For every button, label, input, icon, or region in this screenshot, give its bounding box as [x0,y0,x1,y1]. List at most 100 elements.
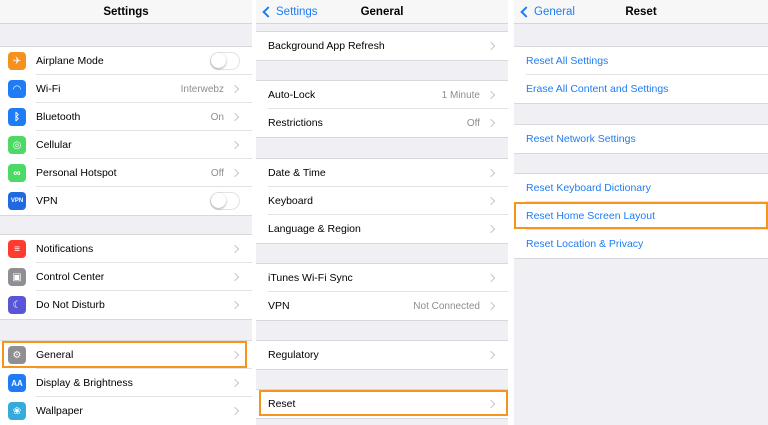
chevron-right-icon [230,300,240,310]
reset-navbar: General Reset [514,0,768,24]
row-general[interactable]: ⚙ General [0,341,252,369]
row-display-and-brightness[interactable]: AA Display & Brightness [0,369,252,397]
hotspot-icon: ∞ [8,164,26,182]
reset-group-network: Reset Network Settings [514,124,768,154]
row-regulatory[interactable]: Regulatory [256,341,508,369]
toggle-knob [211,193,226,208]
row-label: Language & Region [268,223,361,235]
row-vpn[interactable]: VPN Not Connected [256,292,508,320]
row-label: VPN [36,195,58,207]
wifi-icon: ◠ [8,80,26,98]
moon-icon: ☾ [8,296,26,314]
chevron-right-icon [486,399,496,409]
chevron-right-icon [486,301,496,311]
general-group-refresh: Background App Refresh [256,31,508,61]
row-label: Notifications [36,243,94,255]
row-label: Reset Keyboard Dictionary [526,182,651,194]
chevron-right-icon [230,84,240,94]
general-group-reset: Reset [256,389,508,419]
row-label: Reset [268,398,296,410]
toggle-switch[interactable] [210,192,240,210]
row-wallpaper[interactable]: ❀ Wallpaper [0,397,252,425]
chevron-right-icon [230,350,240,360]
row-label: Display & Brightness [36,377,133,389]
row-label: Erase All Content and Settings [526,83,669,95]
chevron-right-icon [486,118,496,128]
row-label: Control Center [36,271,105,283]
chevron-left-icon [520,6,532,18]
row-label: Airplane Mode [36,55,104,67]
chevron-right-icon [230,140,240,150]
chevron-left-icon [262,6,274,18]
row-reset-network-settings[interactable]: Reset Network Settings [514,125,768,153]
reset-panel: General Reset Reset All Settings Erase Al… [514,0,768,425]
row-label: Cellular [36,139,72,151]
row-reset-home-screen-layout[interactable]: Reset Home Screen Layout [514,202,768,230]
chevron-right-icon [230,272,240,282]
wallpaper-icon: ❀ [8,402,26,420]
chevron-right-icon [486,41,496,51]
notifications-icon: ≡ [8,240,26,258]
chevron-right-icon [230,244,240,254]
general-group-regulatory: Regulatory [256,340,508,370]
row-wi-fi[interactable]: ◠ Wi-Fi Interwebz [0,75,252,103]
row-do-not-disturb[interactable]: ☾ Do Not Disturb [0,291,252,319]
row-value: Interwebz [180,83,224,95]
row-control-center[interactable]: ▣ Control Center [0,263,252,291]
general-group-lock: Auto-Lock 1 Minute Restrictions Off [256,80,508,138]
row-label: Bluetooth [36,111,81,123]
row-label: Reset Network Settings [526,133,636,145]
chevron-right-icon [230,168,240,178]
back-button[interactable]: General [520,0,575,24]
row-auto-lock[interactable]: Auto-Lock 1 Minute [256,81,508,109]
display-icon: AA [8,374,26,392]
general-navbar: Settings General [256,0,508,24]
row-background-app-refresh[interactable]: Background App Refresh [256,32,508,60]
reset-group-layout: Reset Keyboard Dictionary Reset Home Scre… [514,173,768,259]
row-itunes-wi-fi-sync[interactable]: iTunes Wi-Fi Sync [256,264,508,292]
row-vpn[interactable]: VPN VPN [0,187,252,215]
chevron-right-icon [486,273,496,283]
settings-panel: Settings ✈ Airplane Mode ◠ Wi-Fi Interwebz ᛒ B… [0,0,252,425]
chevron-right-icon [486,350,496,360]
row-restrictions[interactable]: Restrictions Off [256,109,508,137]
row-value: Off [466,117,480,129]
row-bluetooth[interactable]: ᛒ Bluetooth On [0,103,252,131]
row-label: iTunes Wi-Fi Sync [268,272,353,284]
bluetooth-icon: ᛒ [8,108,26,126]
row-label: Date & Time [268,167,326,179]
row-reset-all-settings[interactable]: Reset All Settings [514,47,768,75]
row-reset-location-and-privacy[interactable]: Reset Location & Privacy [514,230,768,258]
gear-icon: ⚙ [8,346,26,364]
row-erase-all-content-and-settings[interactable]: Erase All Content and Settings [514,75,768,103]
page-title: Reset [625,5,657,18]
settings-group-notifications: ≡ Notifications ▣ Control Center ☾ Do Not Dis… [0,234,252,320]
general-panel: Settings General Background App Refresh … [256,0,508,425]
general-group-sync: iTunes Wi-Fi Sync VPN Not Connected [256,263,508,321]
chevron-right-icon [486,196,496,206]
row-value: Off [210,167,224,179]
row-label: Reset All Settings [526,55,609,67]
chevron-right-icon [486,224,496,234]
settings-group-connectivity: ✈ Airplane Mode ◠ Wi-Fi Interwebz ᛒ Bluetooth O… [0,46,252,216]
toggle-switch[interactable] [210,52,240,70]
row-date-and-time[interactable]: Date & Time [256,159,508,187]
row-reset[interactable]: Reset [256,390,508,418]
page-title: Settings [103,5,149,18]
row-cellular[interactable]: ◎ Cellular [0,131,252,159]
back-label: Settings [276,6,318,18]
row-airplane-mode[interactable]: ✈ Airplane Mode [0,47,252,75]
chevron-right-icon [230,112,240,122]
row-personal-hotspot[interactable]: ∞ Personal Hotspot Off [0,159,252,187]
row-keyboard[interactable]: Keyboard [256,187,508,215]
row-value: On [210,111,224,123]
row-reset-keyboard-dictionary[interactable]: Reset Keyboard Dictionary [514,174,768,202]
settings-navbar: Settings [0,0,252,24]
row-language-and-region[interactable]: Language & Region [256,215,508,243]
row-label: Reset Location & Privacy [526,238,644,250]
row-label: VPN [268,300,290,312]
settings-group-general: ⚙ General AA Display & Brightness ❀ Wallpaper [0,340,252,425]
row-notifications[interactable]: ≡ Notifications [0,235,252,263]
control-center-icon: ▣ [8,268,26,286]
back-button[interactable]: Settings [262,0,318,24]
